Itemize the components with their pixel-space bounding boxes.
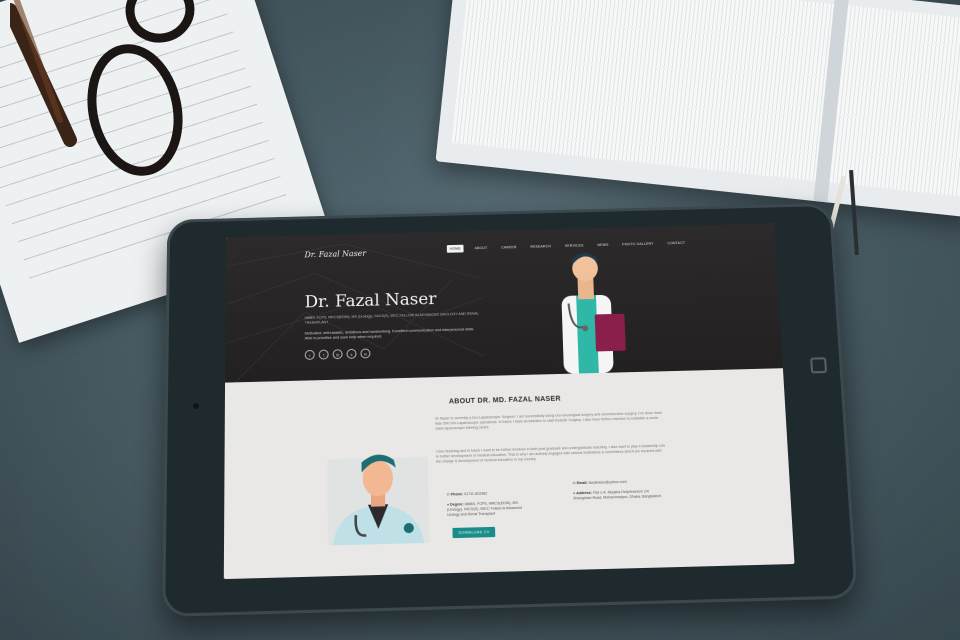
website-screen: Dr. Fazal Naser HOME ABOUT CAREER RESEAR… bbox=[223, 223, 795, 580]
about-paragraph-1: Dr Naser is currently a Uro-Laparoscopic… bbox=[435, 410, 663, 432]
address-info: ● Address: Flat 1-A, Nurjaha Delphinariu… bbox=[572, 489, 662, 501]
facebook-icon[interactable]: f bbox=[318, 349, 329, 360]
about-paragraph-2: I love teaching and in future I want to … bbox=[435, 443, 666, 465]
doctor-avatar-illustration bbox=[327, 454, 430, 546]
skype-icon[interactable]: s bbox=[346, 348, 357, 359]
tablet-frame: Dr. Fazal Naser HOME ABOUT CAREER RESEAR… bbox=[162, 203, 858, 617]
about-title: ABOUT DR. MD. FAZAL NASER bbox=[448, 395, 561, 406]
twitter-icon[interactable]: t bbox=[304, 349, 315, 360]
nav-career[interactable]: CAREER bbox=[498, 243, 520, 251]
download-cv-button[interactable]: DOWNLOAD CV bbox=[452, 526, 496, 539]
hero-name: Dr. Fazal Naser bbox=[304, 289, 437, 313]
hero-section: Dr. Fazal Naser HOME ABOUT CAREER RESEAR… bbox=[225, 223, 783, 383]
eyeglasses bbox=[10, 0, 195, 176]
nav-about[interactable]: ABOUT bbox=[472, 244, 491, 252]
nav-home[interactable]: HOME bbox=[446, 244, 464, 253]
social-links: t f ◎ s in bbox=[304, 348, 371, 360]
degree-info: ● Degree: MBBS, FCPS, MRCS(EDIN), MS (Ur… bbox=[446, 500, 523, 517]
linkedin-icon[interactable]: in bbox=[360, 348, 371, 359]
tablet-device: Dr. Fazal Naser HOME ABOUT CAREER RESEAR… bbox=[162, 203, 858, 617]
email-value[interactable]: fazalnaser@yahoo.com bbox=[589, 480, 627, 485]
email-info: ✉ Email: fazalnaser@yahoo.com bbox=[572, 479, 627, 486]
home-button[interactable] bbox=[810, 357, 828, 374]
phone-value[interactable]: 01711-822982 bbox=[464, 492, 487, 497]
camera bbox=[192, 403, 199, 410]
site-logo[interactable]: Dr. Fazal Naser bbox=[304, 249, 366, 259]
doctor-illustration bbox=[561, 252, 626, 374]
nav-contact[interactable]: CONTACT bbox=[664, 239, 688, 247]
phone-info: ✆ Phone: 01711-822982 bbox=[446, 491, 488, 497]
instagram-icon[interactable]: ◎ bbox=[332, 349, 343, 360]
